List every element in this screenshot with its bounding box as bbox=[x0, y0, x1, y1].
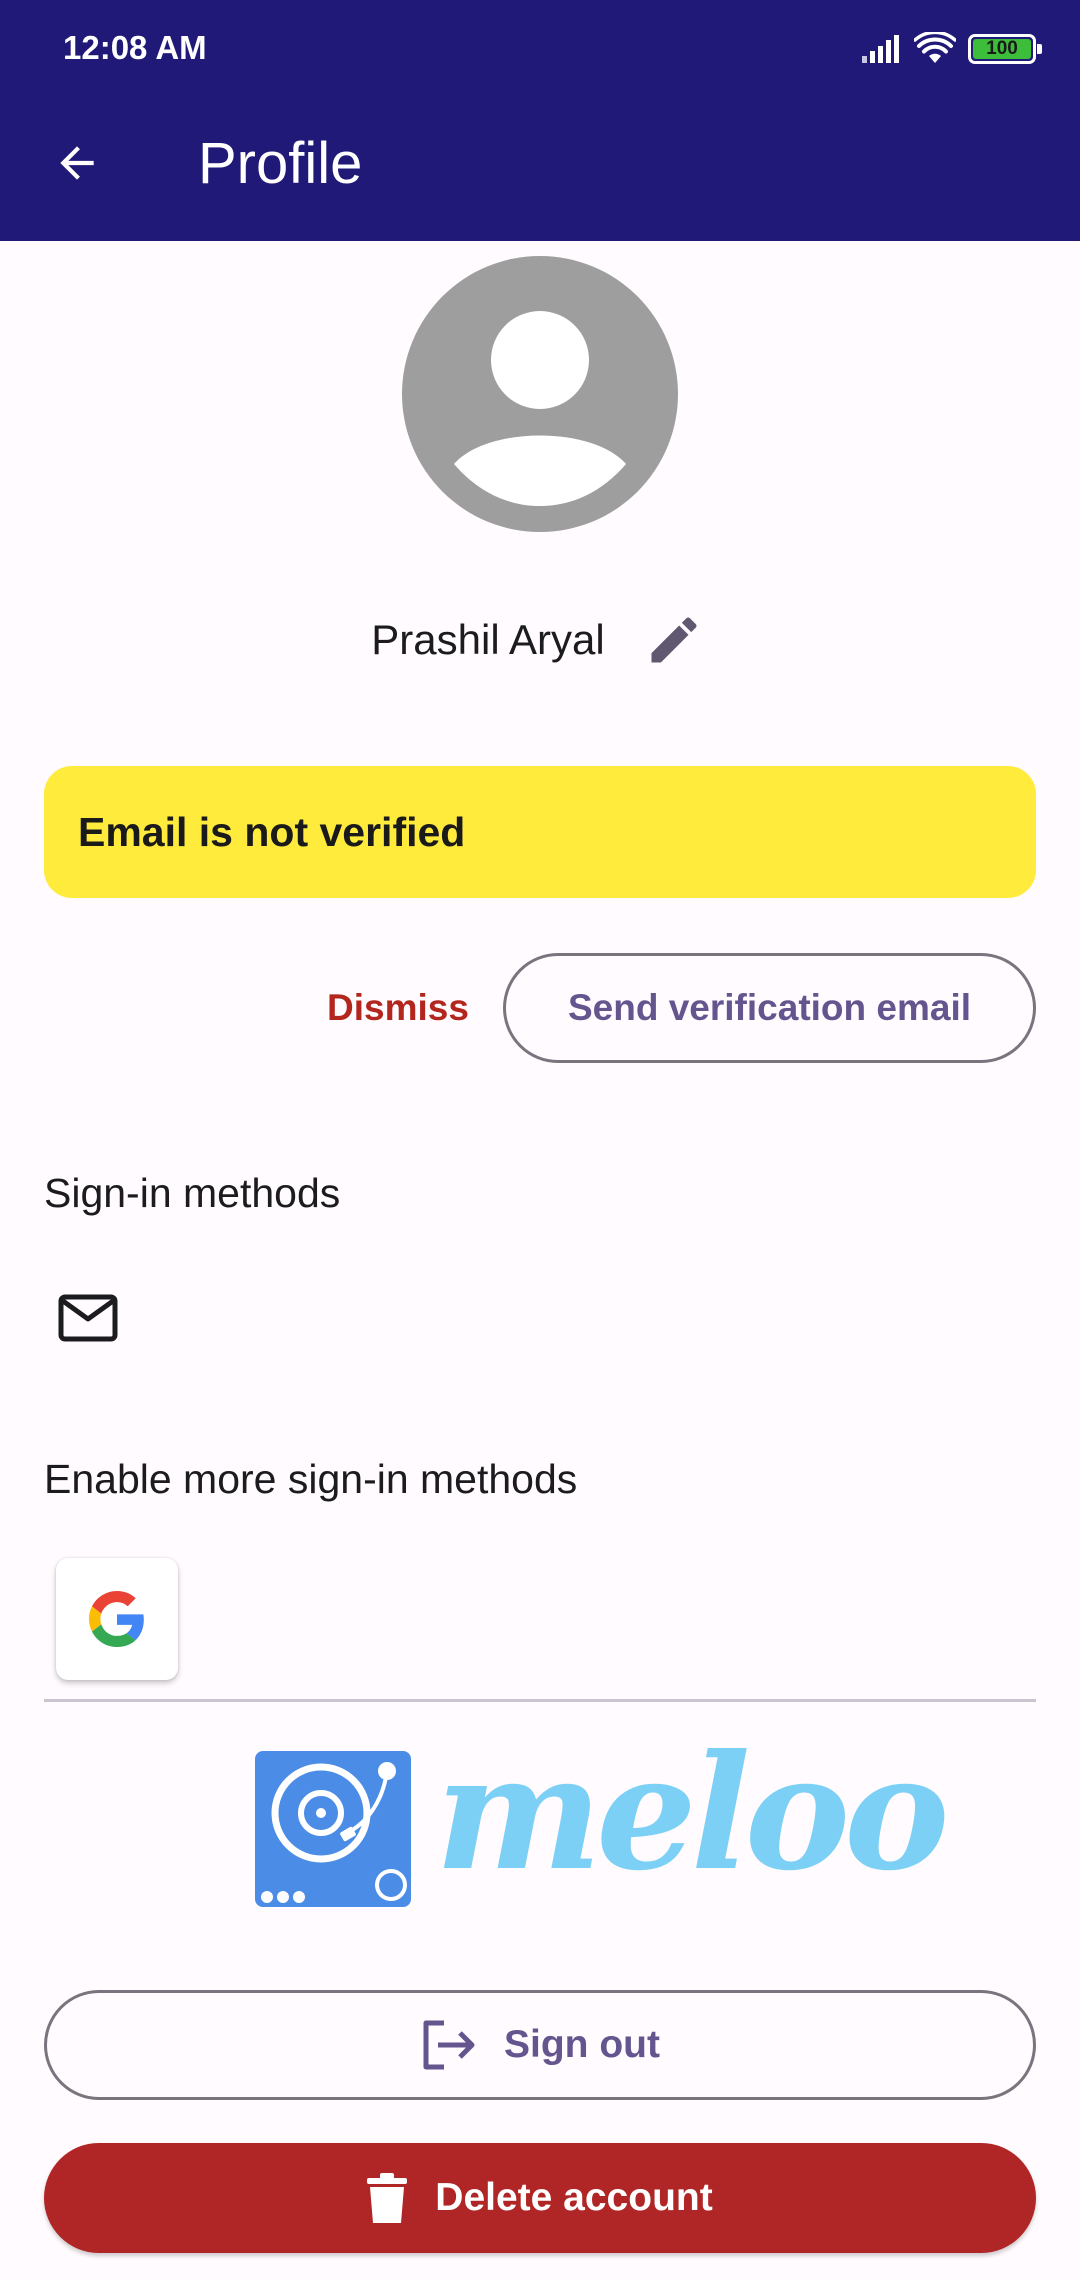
sign-in-methods-title: Sign-in methods bbox=[44, 1170, 341, 1216]
back-button[interactable] bbox=[36, 122, 118, 204]
meloo-wordmark: meloo bbox=[435, 1721, 949, 1906]
battery-icon: 100 bbox=[968, 34, 1042, 64]
mail-icon bbox=[58, 1294, 118, 1342]
status-time: 12:08 AM bbox=[63, 29, 207, 66]
edit-name-button[interactable] bbox=[639, 605, 709, 675]
dismiss-button[interactable]: Dismiss bbox=[316, 974, 480, 1042]
google-icon bbox=[89, 1591, 144, 1647]
google-sign-in-button[interactable] bbox=[56, 1558, 178, 1680]
turntable-icon bbox=[255, 1751, 411, 1907]
divider bbox=[44, 1699, 1036, 1702]
sign-out-button[interactable]: Sign out bbox=[44, 1990, 1036, 2100]
app-bar: 12:08 AM 100 Profile bbox=[0, 0, 1080, 241]
wifi-icon bbox=[914, 32, 956, 63]
page-title: Profile bbox=[198, 131, 363, 196]
email-not-verified-banner: Email is not verified bbox=[44, 766, 1036, 898]
status-icons: 100 bbox=[860, 30, 1042, 68]
trash-icon bbox=[367, 2173, 408, 2223]
avatar bbox=[402, 256, 678, 532]
delete-account-button[interactable]: Delete account bbox=[44, 2143, 1036, 2253]
arrow-back-icon bbox=[60, 146, 94, 180]
signal-icon bbox=[862, 35, 899, 63]
account-circle-icon bbox=[454, 311, 626, 506]
email-sign-in-method[interactable] bbox=[44, 1274, 132, 1362]
meloo-logo: meloo bbox=[255, 1734, 949, 1908]
send-verification-email-button[interactable]: Send verification email bbox=[503, 953, 1036, 1063]
battery-level: 100 bbox=[973, 38, 1031, 59]
delete-account-label: Delete account bbox=[435, 2176, 713, 2219]
profile-name-row: Prashil Aryal bbox=[0, 602, 1080, 678]
banner-text: Email is not verified bbox=[78, 808, 466, 855]
logout-icon bbox=[423, 2020, 475, 2070]
sign-out-label: Sign out bbox=[504, 2023, 660, 2066]
profile-name: Prashil Aryal bbox=[371, 616, 605, 663]
enable-more-sign-in-title: Enable more sign-in methods bbox=[44, 1456, 578, 1502]
pencil-icon bbox=[651, 617, 697, 663]
